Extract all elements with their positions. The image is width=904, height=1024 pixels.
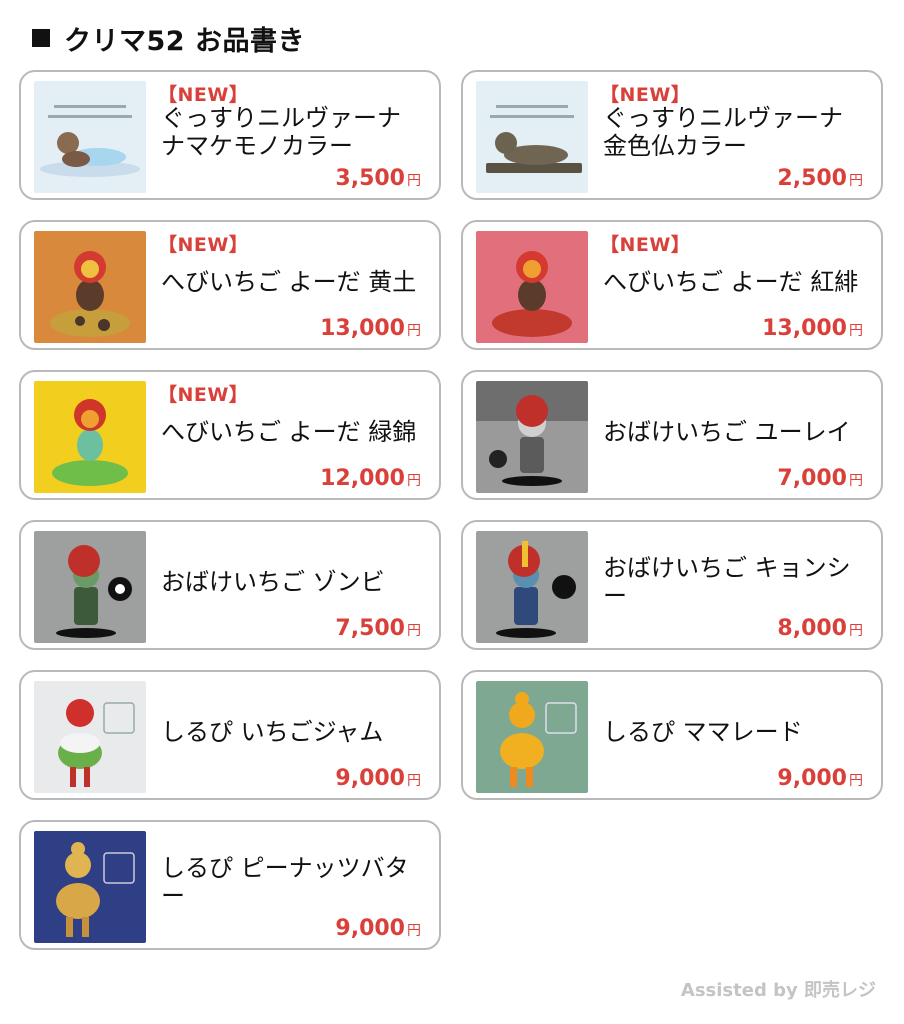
- product-name: おばけいちご キョンシー: [603, 554, 851, 610]
- product-price: 13,000 円: [320, 316, 421, 341]
- product-name: ぐっすりニルヴァーナ 金色仏カラー: [603, 104, 843, 160]
- product-card-nirvana-gold[interactable]: 【NEW】 ぐっすりニルヴァーナ 金色仏カラー 2,500 円: [461, 70, 883, 200]
- product-price: 8,000 円: [777, 616, 863, 641]
- product-name: へびいちご よーだ 紅緋: [603, 268, 859, 296]
- product-image: [476, 381, 588, 493]
- product-name: おばけいちご ユーレイ: [603, 418, 851, 446]
- product-price: 2,500 円: [777, 166, 863, 191]
- product-price: 9,000 円: [335, 916, 421, 941]
- product-name: しるぴ いちごジャム: [161, 718, 384, 746]
- product-card-nirvana-sloth[interactable]: 【NEW】 ぐっすりニルヴァーナ ナマケモノカラー 3,500 円: [19, 70, 441, 200]
- product-price: 12,000 円: [320, 466, 421, 491]
- product-name: ぐっすりニルヴァーナ ナマケモノカラー: [161, 104, 401, 160]
- product-card-hebiichigo-oudo[interactable]: 【NEW】 へびいちご よーだ 黄土 13,000 円: [19, 220, 441, 350]
- product-card-hebiichigo-ryokukin[interactable]: 【NEW】 へびいちご よーだ 緑錦 12,000 円: [19, 370, 441, 500]
- product-image: [476, 531, 588, 643]
- product-card-hebiichigo-benihi[interactable]: 【NEW】 へびいちご よーだ 紅緋 13,000 円: [461, 220, 883, 350]
- product-price: 7,500 円: [335, 616, 421, 641]
- product-card-obakeichigo-kyonshi[interactable]: おばけいちご キョンシー 8,000 円: [461, 520, 883, 650]
- product-price: 3,500 円: [335, 166, 421, 191]
- product-card-obakeichigo-yurei[interactable]: おばけいちご ユーレイ 7,000 円: [461, 370, 883, 500]
- footer-credit: Assisted by 即売レジ: [680, 980, 876, 1001]
- product-image: [34, 231, 146, 343]
- product-name: へびいちご よーだ 緑錦: [161, 418, 417, 446]
- product-image: [34, 81, 146, 193]
- page-header: クリマ52 お品書き: [32, 18, 305, 58]
- product-price: 9,000 円: [777, 766, 863, 791]
- product-image: [34, 681, 146, 793]
- product-card-obakeichigo-zombie[interactable]: おばけいちご ゾンビ 7,500 円: [19, 520, 441, 650]
- product-image: [476, 81, 588, 193]
- product-card-shirupi-marmalade[interactable]: しるぴ ママレード 9,000 円: [461, 670, 883, 800]
- product-name: へびいちご よーだ 黄土: [161, 268, 417, 296]
- product-price: 9,000 円: [335, 766, 421, 791]
- product-price: 13,000 円: [762, 316, 863, 341]
- product-card-shirupi-ichigo-jam[interactable]: しるぴ いちごジャム 9,000 円: [19, 670, 441, 800]
- product-image: [476, 681, 588, 793]
- product-name: しるぴ ママレード: [603, 718, 803, 746]
- product-image: [34, 831, 146, 943]
- product-image: [34, 531, 146, 643]
- product-price: 7,000 円: [777, 466, 863, 491]
- product-image: [34, 381, 146, 493]
- product-card-shirupi-peanut-butter[interactable]: しるぴ ピーナッツバター 9,000 円: [19, 820, 441, 950]
- product-name: しるぴ ピーナッツバター: [161, 854, 409, 910]
- page-title: クリマ52 お品書き: [64, 25, 305, 57]
- bullet-square-icon: [32, 29, 50, 47]
- product-name: おばけいちご ゾンビ: [161, 568, 385, 596]
- product-image: [476, 231, 588, 343]
